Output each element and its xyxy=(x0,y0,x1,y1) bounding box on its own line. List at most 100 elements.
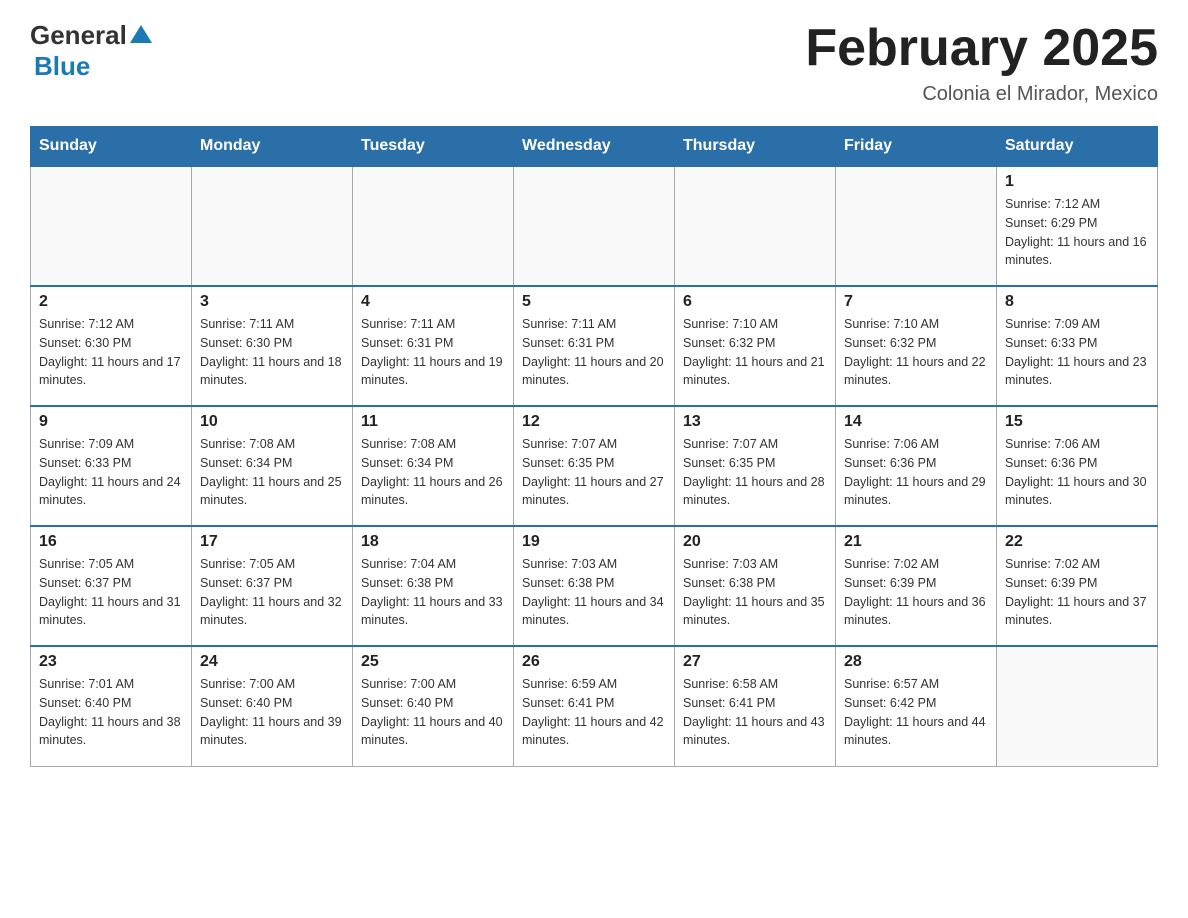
day-info: Sunrise: 7:12 AMSunset: 6:29 PMDaylight:… xyxy=(1005,195,1149,270)
title-block: February 2025 Colonia el Mirador, Mexico xyxy=(805,20,1158,106)
calendar-cell: 23 Sunrise: 7:01 AMSunset: 6:40 PMDayligh… xyxy=(31,646,192,766)
calendar-week-row: 9Sunrise: 7:09 AMSunset: 6:33 PMDaylight… xyxy=(31,406,1158,526)
day-number: 9 xyxy=(39,413,183,431)
day-number: 7 xyxy=(844,293,988,311)
calendar-week-row: 16 Sunrise: 7:05 AMSunset: 6:37 PMDayligh… xyxy=(31,526,1158,646)
calendar-cell: 9Sunrise: 7:09 AMSunset: 6:33 PMDaylight… xyxy=(31,406,192,526)
calendar-cell: 21 Sunrise: 7:02 AMSunset: 6:39 PMDayligh… xyxy=(836,526,997,646)
calendar-cell: 3 Sunrise: 7:11 AMSunset: 6:30 PMDaylight… xyxy=(192,286,353,406)
day-info: Sunrise: 7:05 AMSunset: 6:37 PMDaylight:… xyxy=(200,555,344,630)
day-number: 15 xyxy=(1005,413,1149,431)
day-info: Sunrise: 7:06 AMSunset: 6:36 PMDaylight:… xyxy=(844,435,988,510)
day-number: 3 xyxy=(200,293,344,311)
calendar-cell: 7 Sunrise: 7:10 AMSunset: 6:32 PMDaylight… xyxy=(836,286,997,406)
calendar-cell: 11 Sunrise: 7:08 AMSunset: 6:34 PMDayligh… xyxy=(353,406,514,526)
day-number: 2 xyxy=(39,293,183,311)
header-row: SundayMondayTuesdayWednesdayThursdayFrid… xyxy=(31,127,1158,167)
day-info: Sunrise: 7:09 AMSunset: 6:33 PMDaylight:… xyxy=(1005,315,1149,390)
day-number: 25 xyxy=(361,653,505,671)
day-info: Sunrise: 6:58 AMSunset: 6:41 PMDaylight:… xyxy=(683,675,827,750)
calendar-cell xyxy=(836,166,997,286)
calendar-cell xyxy=(514,166,675,286)
day-number: 1 xyxy=(1005,173,1149,191)
header-day-saturday: Saturday xyxy=(997,127,1158,167)
calendar-cell xyxy=(192,166,353,286)
day-info: Sunrise: 6:57 AMSunset: 6:42 PMDaylight:… xyxy=(844,675,988,750)
calendar-cell: 19 Sunrise: 7:03 AMSunset: 6:38 PMDayligh… xyxy=(514,526,675,646)
location-text: Colonia el Mirador, Mexico xyxy=(805,83,1158,106)
calendar-cell xyxy=(675,166,836,286)
header-day-wednesday: Wednesday xyxy=(514,127,675,167)
logo-triangle-icon xyxy=(130,23,152,45)
calendar-cell: 2 Sunrise: 7:12 AMSunset: 6:30 PMDaylight… xyxy=(31,286,192,406)
header-day-friday: Friday xyxy=(836,127,997,167)
month-title: February 2025 xyxy=(805,20,1158,77)
day-number: 14 xyxy=(844,413,988,431)
day-info: Sunrise: 7:08 AMSunset: 6:34 PMDaylight:… xyxy=(361,435,505,510)
calendar-cell: 20Sunrise: 7:03 AMSunset: 6:38 PMDayligh… xyxy=(675,526,836,646)
day-info: Sunrise: 7:11 AMSunset: 6:30 PMDaylight:… xyxy=(200,315,344,390)
logo: General Blue xyxy=(30,20,152,82)
calendar-cell: 1 Sunrise: 7:12 AMSunset: 6:29 PMDaylight… xyxy=(997,166,1158,286)
day-info: Sunrise: 7:00 AMSunset: 6:40 PMDaylight:… xyxy=(361,675,505,750)
day-number: 4 xyxy=(361,293,505,311)
calendar-cell: 22Sunrise: 7:02 AMSunset: 6:39 PMDayligh… xyxy=(997,526,1158,646)
calendar-cell: 26Sunrise: 6:59 AMSunset: 6:41 PMDayligh… xyxy=(514,646,675,766)
calendar-cell: 13 Sunrise: 7:07 AMSunset: 6:35 PMDayligh… xyxy=(675,406,836,526)
day-info: Sunrise: 7:03 AMSunset: 6:38 PMDaylight:… xyxy=(522,555,666,630)
calendar-cell: 24Sunrise: 7:00 AMSunset: 6:40 PMDayligh… xyxy=(192,646,353,766)
day-info: Sunrise: 7:11 AMSunset: 6:31 PMDaylight:… xyxy=(361,315,505,390)
calendar-cell: 16 Sunrise: 7:05 AMSunset: 6:37 PMDayligh… xyxy=(31,526,192,646)
day-number: 24 xyxy=(200,653,344,671)
calendar-week-row: 23 Sunrise: 7:01 AMSunset: 6:40 PMDayligh… xyxy=(31,646,1158,766)
calendar-week-row: 1 Sunrise: 7:12 AMSunset: 6:29 PMDaylight… xyxy=(31,166,1158,286)
calendar-cell: 17 Sunrise: 7:05 AMSunset: 6:37 PMDayligh… xyxy=(192,526,353,646)
day-number: 12 xyxy=(522,413,666,431)
day-number: 18 xyxy=(361,533,505,551)
header-day-tuesday: Tuesday xyxy=(353,127,514,167)
header-day-monday: Monday xyxy=(192,127,353,167)
calendar-cell: 6Sunrise: 7:10 AMSunset: 6:32 PMDaylight… xyxy=(675,286,836,406)
day-info: Sunrise: 7:08 AMSunset: 6:34 PMDaylight:… xyxy=(200,435,344,510)
day-info: Sunrise: 7:10 AMSunset: 6:32 PMDaylight:… xyxy=(844,315,988,390)
day-number: 23 xyxy=(39,653,183,671)
calendar-cell: 8 Sunrise: 7:09 AMSunset: 6:33 PMDaylight… xyxy=(997,286,1158,406)
day-number: 16 xyxy=(39,533,183,551)
calendar-cell: 25 Sunrise: 7:00 AMSunset: 6:40 PMDayligh… xyxy=(353,646,514,766)
calendar-cell: 18 Sunrise: 7:04 AMSunset: 6:38 PMDayligh… xyxy=(353,526,514,646)
day-info: Sunrise: 7:04 AMSunset: 6:38 PMDaylight:… xyxy=(361,555,505,630)
day-info: Sunrise: 7:11 AMSunset: 6:31 PMDaylight:… xyxy=(522,315,666,390)
day-info: Sunrise: 7:07 AMSunset: 6:35 PMDaylight:… xyxy=(522,435,666,510)
day-info: Sunrise: 7:06 AMSunset: 6:36 PMDaylight:… xyxy=(1005,435,1149,510)
day-number: 26 xyxy=(522,653,666,671)
day-info: Sunrise: 7:07 AMSunset: 6:35 PMDaylight:… xyxy=(683,435,827,510)
calendar-cell: 27 Sunrise: 6:58 AMSunset: 6:41 PMDayligh… xyxy=(675,646,836,766)
logo-general-text: General xyxy=(30,20,127,51)
calendar-table: SundayMondayTuesdayWednesdayThursdayFrid… xyxy=(30,126,1158,767)
day-number: 20 xyxy=(683,533,827,551)
calendar-cell: 14 Sunrise: 7:06 AMSunset: 6:36 PMDayligh… xyxy=(836,406,997,526)
header-day-sunday: Sunday xyxy=(31,127,192,167)
day-number: 27 xyxy=(683,653,827,671)
calendar-cell xyxy=(997,646,1158,766)
day-number: 22 xyxy=(1005,533,1149,551)
day-number: 17 xyxy=(200,533,344,551)
header-day-thursday: Thursday xyxy=(675,127,836,167)
calendar-body: 1 Sunrise: 7:12 AMSunset: 6:29 PMDaylight… xyxy=(31,166,1158,766)
day-number: 19 xyxy=(522,533,666,551)
logo-blue-text: Blue xyxy=(34,51,90,81)
day-number: 21 xyxy=(844,533,988,551)
calendar-cell xyxy=(353,166,514,286)
day-info: Sunrise: 7:05 AMSunset: 6:37 PMDaylight:… xyxy=(39,555,183,630)
day-info: Sunrise: 7:12 AMSunset: 6:30 PMDaylight:… xyxy=(39,315,183,390)
day-info: Sunrise: 7:02 AMSunset: 6:39 PMDaylight:… xyxy=(844,555,988,630)
calendar-cell: 5Sunrise: 7:11 AMSunset: 6:31 PMDaylight… xyxy=(514,286,675,406)
calendar-cell xyxy=(31,166,192,286)
calendar-week-row: 2 Sunrise: 7:12 AMSunset: 6:30 PMDaylight… xyxy=(31,286,1158,406)
calendar-cell: 4 Sunrise: 7:11 AMSunset: 6:31 PMDaylight… xyxy=(353,286,514,406)
day-number: 13 xyxy=(683,413,827,431)
calendar-cell: 10Sunrise: 7:08 AMSunset: 6:34 PMDayligh… xyxy=(192,406,353,526)
day-info: Sunrise: 7:01 AMSunset: 6:40 PMDaylight:… xyxy=(39,675,183,750)
day-number: 8 xyxy=(1005,293,1149,311)
day-number: 11 xyxy=(361,413,505,431)
